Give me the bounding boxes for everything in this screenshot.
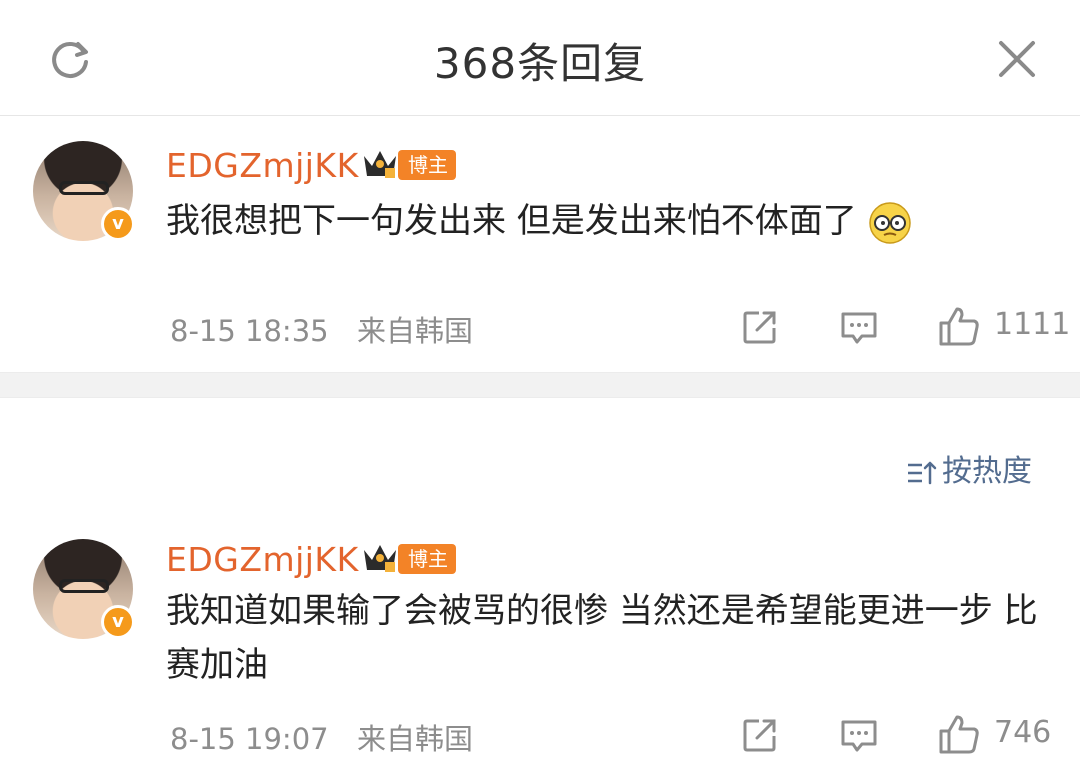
share-icon[interactable] <box>741 308 779 346</box>
author-badge: 博主 <box>398 544 456 574</box>
close-icon[interactable] <box>996 38 1038 80</box>
avatar-glasses <box>59 181 109 195</box>
verified-v-icon: v <box>101 605 135 639</box>
username[interactable]: EDGZmjjKK <box>166 146 359 185</box>
comment-location: 来自韩国 <box>357 722 474 756</box>
reply-header: 368条回复 <box>0 0 1080 116</box>
share-icon[interactable] <box>741 716 779 754</box>
doge-glasses-emoji <box>868 201 911 244</box>
comment-time: 8-15 18:35 <box>170 314 329 348</box>
comment-text: 我很想把下一句发出来 但是发出来怕不体面了 <box>166 194 1046 248</box>
like-count: 746 <box>994 715 1052 750</box>
comment-text: 我知道如果输了会被骂的很惨 当然还是希望能更进一步 比赛加油 <box>166 591 1038 685</box>
crown-icon <box>364 545 396 572</box>
comment-meta: 8-15 18:35 来自韩国 <box>170 308 473 350</box>
crown-icon <box>364 151 396 178</box>
avatar-glasses <box>59 579 109 593</box>
sort-label: 按热度 <box>942 454 1032 489</box>
like-icon[interactable] <box>938 305 980 347</box>
sort-by-hot-button[interactable]: 按热度 <box>906 446 1032 490</box>
comment-text-content: 我很想把下一句发出来 但是发出来怕不体面了 <box>166 201 857 241</box>
sort-icon <box>908 461 937 484</box>
avatar[interactable]: v <box>33 141 135 241</box>
comment-icon[interactable] <box>840 310 878 346</box>
section-divider <box>0 372 1080 398</box>
author-badge: 博主 <box>398 150 456 180</box>
verified-v-icon: v <box>101 207 135 241</box>
avatar[interactable]: v <box>33 539 135 639</box>
like-icon[interactable] <box>938 713 980 755</box>
comment-time: 8-15 19:07 <box>170 722 329 756</box>
reply-count-title: 368条回复 <box>433 39 647 88</box>
like-count: 1111 <box>994 307 1071 342</box>
comment-icon[interactable] <box>840 718 878 754</box>
comment-location: 来自韩国 <box>357 314 474 348</box>
username[interactable]: EDGZmjjKK <box>166 540 359 579</box>
comment-meta: 8-15 19:07 来自韩国 <box>170 716 473 758</box>
